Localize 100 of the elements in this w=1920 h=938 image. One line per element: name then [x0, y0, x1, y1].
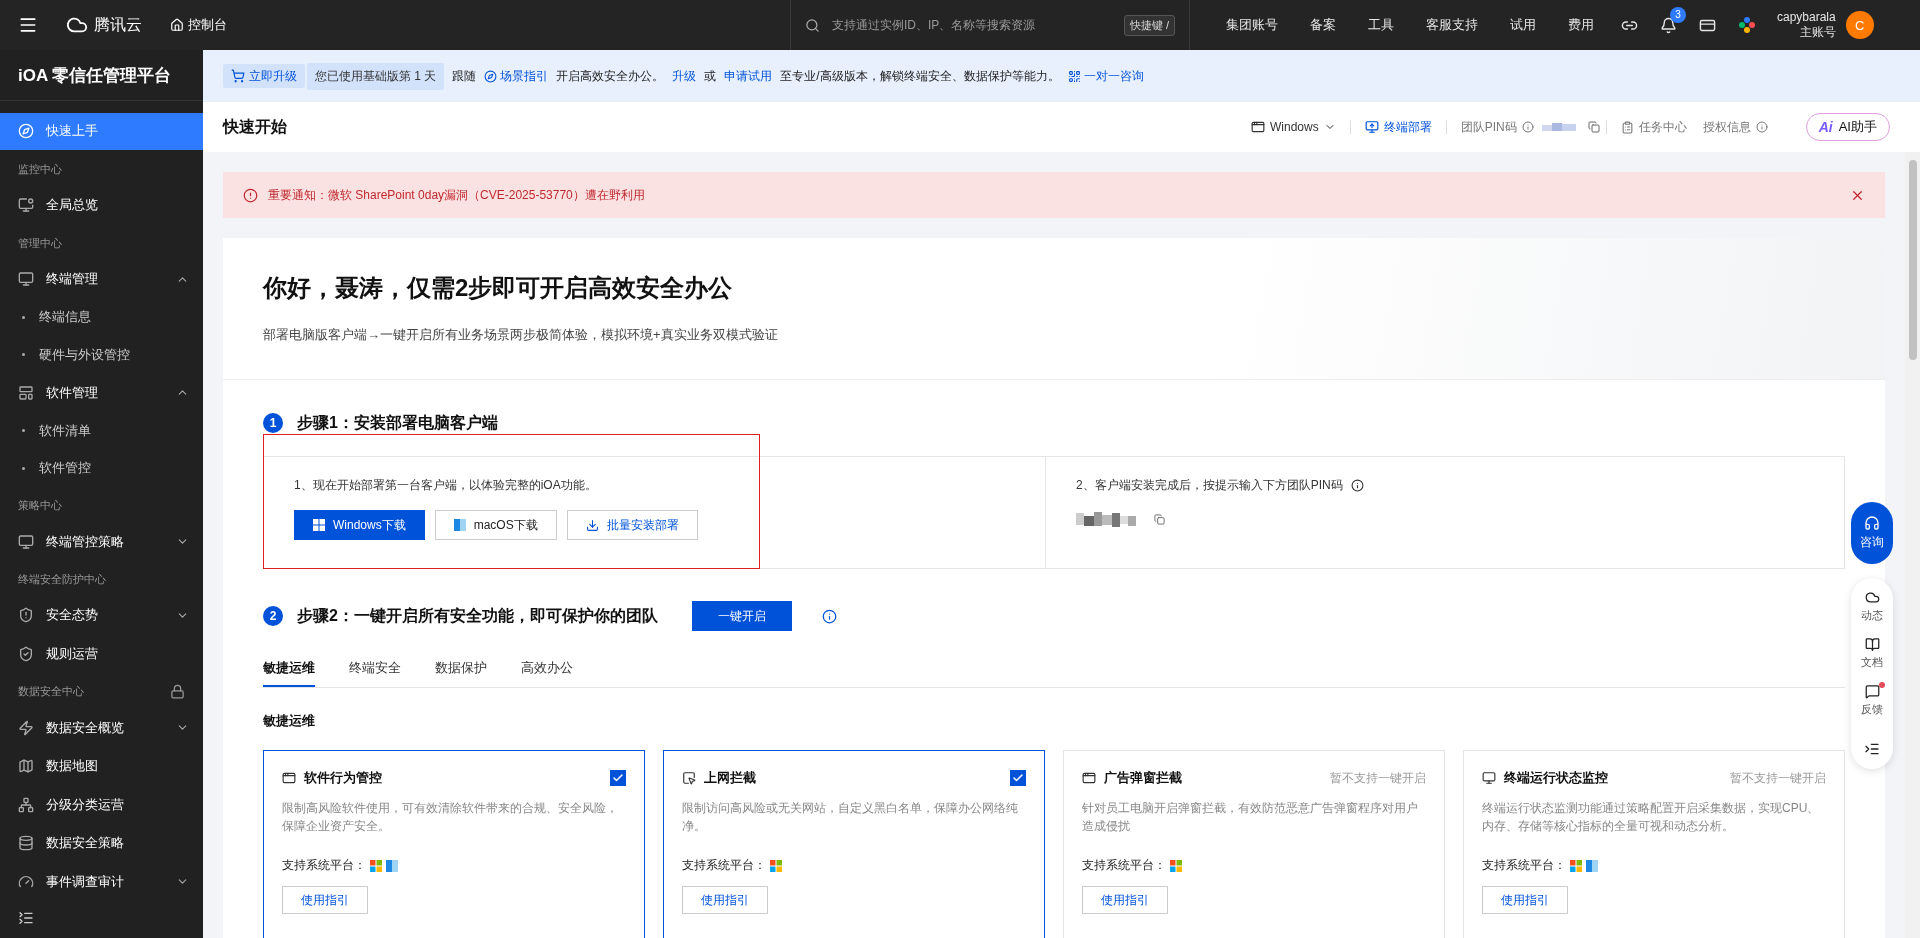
- checkbox[interactable]: [1010, 770, 1026, 786]
- sidebar-item[interactable]: 数据地图: [0, 748, 203, 785]
- sidebar-item[interactable]: 安全态势: [0, 597, 203, 634]
- copy-icon[interactable]: [1154, 513, 1165, 525]
- windows-icon: [370, 859, 382, 872]
- platform-label: 支持系统平台：: [1482, 857, 1566, 874]
- os-selector[interactable]: Windows: [1243, 120, 1344, 134]
- card-title: 广告弹窗拦截: [1104, 769, 1183, 787]
- collapse-icon[interactable]: [18, 909, 34, 926]
- sidebar-item[interactable]: 全局总览: [0, 187, 203, 224]
- category-tab[interactable]: 敏捷运维: [263, 653, 315, 687]
- guide-button[interactable]: 使用指引: [282, 886, 368, 914]
- user-name[interactable]: capybarala: [1777, 10, 1836, 25]
- float-item[interactable]: 文档: [1861, 637, 1883, 670]
- sidebar-item[interactable]: 终端管控策略: [0, 523, 203, 560]
- category-tab[interactable]: 终端安全: [349, 653, 401, 687]
- scrollbar[interactable]: [1905, 152, 1920, 938]
- nav-link[interactable]: 费用: [1552, 16, 1610, 34]
- window-icon: [282, 771, 296, 785]
- sidebar-subitem[interactable]: 软件管控: [0, 450, 203, 486]
- sidebar-subitem[interactable]: 硬件与外设管控: [0, 337, 203, 373]
- nav-link[interactable]: 工具: [1352, 16, 1410, 34]
- deploy-link[interactable]: 终端部署: [1356, 118, 1440, 136]
- category-tab[interactable]: 数据保护: [435, 653, 487, 687]
- windows-icon: [770, 859, 782, 872]
- nav-link[interactable]: 客服支持: [1410, 16, 1494, 34]
- category-tab[interactable]: 高效办公: [521, 653, 573, 687]
- promo-link[interactable]: 一对一咨询: [1067, 67, 1144, 85]
- float-item[interactable]: 动态: [1861, 590, 1883, 623]
- headset-icon: [1864, 515, 1880, 531]
- sidebar-item[interactable]: 规则运营: [0, 635, 203, 673]
- download-button[interactable]: 批量安装部署: [566, 510, 698, 540]
- download-button[interactable]: macOS下载: [434, 510, 557, 540]
- lightning-icon: [18, 719, 34, 736]
- windows-icon: [1570, 859, 1582, 872]
- guide-button[interactable]: 使用指引: [1082, 886, 1168, 914]
- sidebar-item[interactable]: 快速上手: [0, 113, 203, 150]
- sidebar-item[interactable]: 软件管理: [0, 374, 203, 411]
- task-center-link[interactable]: 任务中心: [1612, 118, 1695, 136]
- menu-icon[interactable]: [18, 15, 38, 35]
- monitor-icon: [1364, 120, 1379, 134]
- upgrade-button[interactable]: 立即升级: [223, 64, 305, 88]
- license-label[interactable]: 授权信息: [1702, 118, 1751, 136]
- sidebar-item[interactable]: 数据安全策略: [0, 825, 203, 862]
- step-text: 1、现在开始部署第一台客户端，以体验完整的iOA功能。: [294, 477, 598, 494]
- promo-link[interactable]: 场景指引: [484, 67, 549, 85]
- card-description: 针对员工电脑开启弹窗拦截，有效防范恶意广告弹窗程序对用户造成侵扰: [1082, 800, 1419, 835]
- card-title: 上网拦截: [704, 769, 757, 787]
- message-icon: [1864, 684, 1880, 699]
- download-button[interactable]: Windows下载: [294, 510, 425, 540]
- card-title: 终端运行状态监控: [1504, 769, 1609, 787]
- checkbox[interactable]: [610, 770, 626, 786]
- console-link[interactable]: 控制台: [170, 16, 227, 34]
- nav-link[interactable]: 试用: [1494, 16, 1552, 34]
- card-note: 暂不支持一键开启: [1330, 769, 1426, 787]
- network-icon: [18, 796, 34, 813]
- alert-text: 重要通知：微软 SharePoint 0day漏洞（CVE-2025-53770）遭在野利用: [268, 186, 646, 204]
- clipboard-icon: [1620, 120, 1634, 134]
- nav-link[interactable]: 备案: [1294, 16, 1352, 34]
- list-icon[interactable]: [1864, 741, 1880, 757]
- window-icon: [1251, 120, 1265, 134]
- compass-icon: [484, 69, 498, 83]
- qr-code-icon: [1067, 69, 1081, 83]
- guide-button[interactable]: 使用指引: [682, 886, 768, 914]
- group-label: 策略中心: [18, 498, 62, 514]
- sidebar-item[interactable]: 终端管理: [0, 261, 203, 298]
- windows-icon: [1170, 859, 1182, 872]
- sidebar-subitem[interactable]: 终端信息: [0, 299, 203, 335]
- enable-all-button[interactable]: 一键开启: [691, 601, 792, 631]
- sidebar-item[interactable]: 数据安全概览: [0, 709, 203, 747]
- consult-button[interactable]: 咨询: [1851, 502, 1893, 564]
- section-title: 敏捷运维: [263, 712, 316, 730]
- group-label: 监控中心: [18, 161, 62, 177]
- nav-link[interactable]: 集团账号: [1210, 16, 1294, 34]
- layout-icon: [18, 384, 34, 401]
- pointer-icon: [682, 771, 696, 785]
- monitor-icon: [18, 533, 34, 550]
- float-item[interactable]: 反馈: [1861, 684, 1883, 717]
- check-icon: [1012, 772, 1024, 784]
- ai-assistant-button[interactable]: Ai AI助手: [1805, 113, 1890, 141]
- step-text: 2、客户端安装完成后，按提示输入下方团队PIN码: [1076, 477, 1343, 494]
- info-icon[interactable]: [1350, 479, 1364, 492]
- promo-text: 跟随: [452, 67, 477, 85]
- guide-button[interactable]: 使用指引: [1482, 886, 1568, 914]
- card-description: 限制访问高风险或无关网站，自定义黑白名单，保障办公网络纯净。: [682, 800, 1019, 835]
- hero-subtitle: 部署电脑版客户端→一键开启所有业务场景两步极简体验，模拟环境+真实业务双模式验证: [263, 326, 779, 344]
- compass-icon: [18, 123, 34, 140]
- search-field[interactable]: 支持通过实例ID、IP、名称等搜索资源: [830, 17, 1114, 33]
- shield-icon: [18, 607, 34, 624]
- info-icon[interactable]: [821, 608, 837, 624]
- copy-icon[interactable]: [1587, 121, 1600, 133]
- user-role: 主账号: [1799, 25, 1836, 40]
- sidebar-subitem[interactable]: 软件清单: [0, 412, 203, 449]
- bell-icon[interactable]: [1660, 16, 1677, 34]
- sidebar-item[interactable]: 事件调查审计: [0, 863, 203, 900]
- sidebar-item[interactable]: 分级分类运营: [0, 786, 203, 823]
- monitor-icon: [1482, 771, 1496, 785]
- promo-link[interactable]: 申请试用: [724, 67, 773, 85]
- flower-logo-icon[interactable]: [1738, 16, 1756, 34]
- promo-link[interactable]: 升级: [672, 67, 697, 85]
